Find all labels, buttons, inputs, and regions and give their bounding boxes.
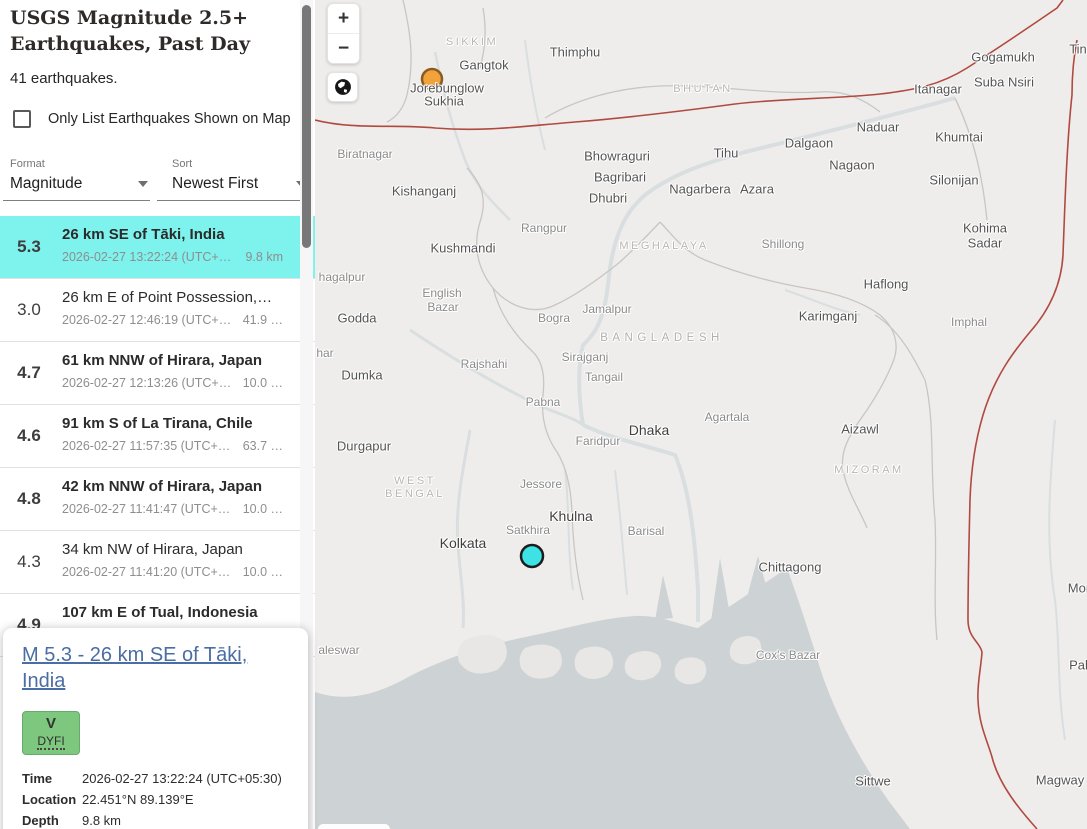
globe-button[interactable] bbox=[327, 72, 358, 102]
magnitude: 4.6 bbox=[0, 405, 58, 467]
sidebar: USGS Magnitude 2.5+ Earthquakes, Past Da… bbox=[0, 0, 315, 829]
quake-depth: 10.0 … bbox=[243, 502, 283, 516]
earthquake-list-item[interactable]: 4.3 34 km NW of Hirara, Japan 2026-02-27… bbox=[0, 531, 315, 594]
zoom-in-button[interactable]: + bbox=[328, 4, 359, 33]
quake-depth: 41.9 … bbox=[243, 313, 283, 327]
magnitude: 3.0 bbox=[0, 279, 58, 341]
usgs-earthquakes-app: USGS Magnitude 2.5+ Earthquakes, Past Da… bbox=[0, 0, 1087, 829]
checkbox-icon[interactable] bbox=[13, 110, 31, 128]
quake-time: 2026-02-27 11:41:20 (UTC+… bbox=[62, 565, 230, 579]
quake-title: 61 km NNW of Hirara, Japan bbox=[62, 352, 300, 369]
quake-depth: 63.7 … bbox=[243, 439, 283, 453]
map-attribution-peek bbox=[318, 824, 390, 829]
map-canvas bbox=[315, 0, 1087, 829]
earthquake-list-item[interactable]: 4.8 42 km NNW of Hirara, Japan 2026-02-2… bbox=[0, 468, 315, 531]
magnitude: 4.3 bbox=[0, 531, 58, 593]
depth-value: 9.8 km bbox=[82, 813, 121, 828]
earthquake-marker-orange[interactable] bbox=[422, 69, 442, 89]
earthquake-list: 5.3 26 km SE of Tāki, India 2026-02-27 1… bbox=[0, 216, 315, 657]
quake-depth: 10.0 … bbox=[243, 565, 283, 579]
quake-title: 91 km S of La Tirana, Chile bbox=[62, 415, 300, 432]
dyfi-badge[interactable]: V DYFI bbox=[22, 711, 80, 755]
quake-time: 2026-02-27 11:41:47 (UTC+… bbox=[62, 502, 230, 516]
only-list-shown-checkbox-row[interactable]: Only List Earthquakes Shown on Map bbox=[13, 110, 291, 128]
quake-depth: 10.0 … bbox=[243, 376, 283, 390]
earthquake-list-item-selected[interactable]: 5.3 26 km SE of Tāki, India 2026-02-27 1… bbox=[0, 216, 315, 279]
sort-select-label: Sort bbox=[172, 158, 308, 170]
earthquake-count: 41 earthquakes. bbox=[10, 70, 118, 87]
magnitude: 4.7 bbox=[0, 342, 58, 404]
quake-title: 26 km E of Point Possession,… bbox=[62, 289, 300, 306]
quake-title: 42 km NNW of Hirara, Japan bbox=[62, 478, 300, 495]
depth-label: Depth bbox=[22, 813, 82, 828]
zoom-out-button[interactable]: − bbox=[328, 34, 359, 63]
time-value: 2026-02-27 13:22:24 (UTC+05:30) bbox=[82, 771, 282, 786]
format-select-label: Format bbox=[10, 158, 150, 170]
earthquake-list-item[interactable]: 4.6 91 km S of La Tirana, Chile 2026-02-… bbox=[0, 405, 315, 468]
scrollbar-thumb[interactable] bbox=[302, 5, 311, 248]
zoom-controls: + − bbox=[327, 3, 360, 64]
globe-icon bbox=[333, 77, 353, 97]
earthquake-list-item[interactable]: 4.7 61 km NNW of Hirara, Japan 2026-02-2… bbox=[0, 342, 315, 405]
quake-depth: 9.8 km bbox=[245, 250, 283, 264]
earthquake-marker-selected-cyan[interactable] bbox=[521, 545, 543, 567]
quake-time: 2026-02-27 13:22:24 (UTC+… bbox=[62, 250, 231, 264]
magnitude: 5.3 bbox=[0, 216, 58, 278]
quake-time: 2026-02-27 12:46:19 (UTC+… bbox=[62, 313, 231, 327]
dyfi-label[interactable]: DYFI bbox=[37, 734, 64, 750]
sort-select[interactable]: Sort Newest First bbox=[157, 158, 308, 201]
event-detail-link[interactable]: M 5.3 - 26 km SE of Tāki, India bbox=[22, 642, 257, 694]
earthquake-list-item[interactable]: 3.0 26 km E of Point Possession,… 2026-0… bbox=[0, 279, 315, 342]
quake-title: 26 km SE of Tāki, India bbox=[62, 226, 300, 243]
map[interactable]: SIKKIMBHUTANMEGHALAYABANGLADESHWESTBENGA… bbox=[315, 0, 1087, 829]
page-title: USGS Magnitude 2.5+ Earthquakes, Past Da… bbox=[10, 6, 270, 57]
quake-title: 107 km E of Tual, Indonesia bbox=[62, 604, 300, 621]
sort-select-value: Newest First bbox=[172, 175, 258, 193]
location-value: 22.451°N 89.139°E bbox=[82, 792, 194, 807]
quake-time: 2026-02-27 11:57:35 (UTC+… bbox=[62, 439, 230, 453]
checkbox-label: Only List Earthquakes Shown on Map bbox=[48, 111, 291, 127]
dyfi-intensity: V bbox=[23, 715, 79, 732]
quake-title: 34 km NW of Hirara, Japan bbox=[62, 541, 300, 558]
time-label: Time bbox=[22, 771, 82, 786]
chevron-down-icon bbox=[138, 181, 148, 187]
location-label: Location bbox=[22, 792, 82, 807]
format-select[interactable]: Format Magnitude bbox=[3, 158, 150, 201]
quake-time: 2026-02-27 12:13:26 (UTC+… bbox=[62, 376, 231, 390]
list-controls: Format Magnitude Sort Newest First bbox=[0, 158, 315, 208]
earthquake-detail-popup: M 5.3 - 26 km SE of Tāki, India V DYFI T… bbox=[3, 628, 308, 829]
format-select-value: Magnitude bbox=[10, 175, 82, 193]
magnitude: 4.8 bbox=[0, 468, 58, 530]
event-metadata: Time 2026-02-27 13:22:24 (UTC+05:30) Loc… bbox=[22, 771, 290, 828]
